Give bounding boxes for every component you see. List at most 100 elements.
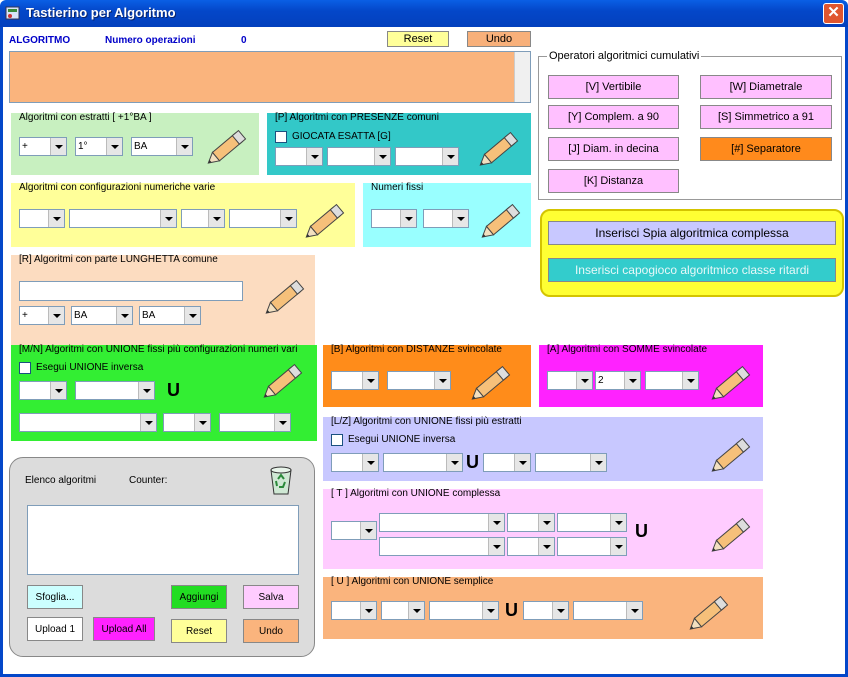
pencil-icon[interactable] <box>475 197 527 247</box>
num-operazioni-value: 0 <box>241 35 247 46</box>
recycle-bin-icon[interactable] <box>265 464 297 496</box>
mn-unione-inversa-label: Esegui UNIONE inversa <box>36 362 144 373</box>
pencil-icon[interactable] <box>683 589 735 639</box>
pencil-icon[interactable] <box>259 273 311 323</box>
pencil-icon[interactable] <box>465 359 517 409</box>
mn-combo-2[interactable] <box>75 381 155 400</box>
estratti-sign-combo[interactable]: + <box>19 137 67 156</box>
chevron-down-icon <box>50 382 66 399</box>
estratti-ruota-combo[interactable]: BA <box>131 137 193 156</box>
chevron-down-icon <box>446 454 462 471</box>
semplice-combo-1[interactable] <box>331 601 377 620</box>
chevron-down-icon <box>362 372 378 389</box>
somme-combo-2-value: 2 <box>598 375 604 386</box>
sfoglia-button[interactable]: Sfoglia... <box>27 585 83 609</box>
complessa-combo-2[interactable] <box>379 513 505 532</box>
lunghetta-input[interactable] <box>19 281 243 301</box>
presenze-combo-1[interactable] <box>275 147 323 166</box>
pencil-icon[interactable] <box>705 359 757 409</box>
semplice-combo-2[interactable] <box>381 601 425 620</box>
complessa-combo-4[interactable] <box>557 513 627 532</box>
chevron-down-icon <box>50 138 66 155</box>
algoritmo-textarea[interactable] <box>9 51 531 103</box>
somme-combo-1[interactable] <box>547 371 593 390</box>
chevron-down-icon <box>610 538 626 555</box>
estratti-sign-value: + <box>22 141 28 152</box>
lz-combo-3[interactable] <box>483 453 531 472</box>
pencil-icon[interactable] <box>705 431 757 481</box>
pencil-icon[interactable] <box>705 511 757 561</box>
lz-unione-inversa-checkbox[interactable] <box>331 434 343 446</box>
lunghetta-sign-combo[interactable]: + <box>19 306 65 325</box>
elenco-undo-button[interactable]: Undo <box>243 619 299 643</box>
complessa-combo-3[interactable] <box>507 513 555 532</box>
pencil-icon[interactable] <box>299 197 351 247</box>
distanze-combo-2[interactable] <box>387 371 451 390</box>
config-combo-4[interactable] <box>229 209 297 228</box>
lz-combo-1[interactable] <box>331 453 379 472</box>
elenco-reset-button[interactable]: Reset <box>171 619 227 643</box>
semplice-combo-4[interactable] <box>523 601 569 620</box>
mn-combo-4[interactable] <box>163 413 211 432</box>
semplice-combo-3[interactable] <box>429 601 499 620</box>
complessa-combo-6[interactable] <box>507 537 555 556</box>
salva-button[interactable]: Salva <box>243 585 299 609</box>
presenze-combo-2[interactable] <box>327 147 391 166</box>
complessa-combo-1[interactable] <box>331 521 377 540</box>
config-combo-2[interactable] <box>69 209 177 228</box>
giocata-esatta-checkbox[interactable] <box>275 131 287 143</box>
chevron-down-icon <box>360 522 376 539</box>
chevron-down-icon <box>434 372 450 389</box>
chevron-down-icon <box>160 210 176 227</box>
chevron-down-icon <box>552 602 568 619</box>
op-distanza-button[interactable]: [K] Distanza <box>548 169 679 193</box>
lunghetta-ruota2-value: BA <box>142 310 156 321</box>
complessa-combo-7[interactable] <box>557 537 627 556</box>
insert-spia-button[interactable]: Inserisci Spia algoritmica complessa <box>548 221 836 245</box>
aggiungi-button[interactable]: Aggiungi <box>171 585 227 609</box>
op-separatore-button[interactable]: [#] Separatore <box>700 137 832 161</box>
mn-combo-3[interactable] <box>19 413 157 432</box>
semplice-combo-5[interactable] <box>573 601 643 620</box>
upload1-button[interactable]: Upload 1 <box>27 617 83 641</box>
pencil-icon[interactable] <box>473 125 525 175</box>
lunghetta-caption: [R] Algoritmi con parte LUNGHETTA comune <box>19 254 218 265</box>
somme-combo-3[interactable] <box>645 371 699 390</box>
close-button[interactable]: ✕ <box>823 3 844 24</box>
config-combo-3[interactable] <box>181 209 225 228</box>
chevron-down-icon <box>306 148 322 165</box>
pencil-icon[interactable] <box>257 357 309 407</box>
somme-combo-2[interactable]: 2 <box>595 371 641 390</box>
header-reset-button[interactable]: Reset <box>387 31 449 47</box>
op-diam-decina-button[interactable]: [J] Diam. in decina <box>548 137 679 161</box>
lz-combo-2[interactable] <box>383 453 463 472</box>
mn-unione-inversa-checkbox[interactable] <box>19 362 31 374</box>
complessa-combo-5[interactable] <box>379 537 505 556</box>
mn-combo-5[interactable] <box>219 413 291 432</box>
header-undo-button[interactable]: Undo <box>467 31 531 47</box>
pencil-icon[interactable] <box>201 123 253 173</box>
uploadall-button[interactable]: Upload All <box>93 617 155 641</box>
elenco-list[interactable] <box>27 505 299 575</box>
fissi-combo-2[interactable] <box>423 209 469 228</box>
lunghetta-ruota2-combo[interactable]: BA <box>139 306 201 325</box>
lunghetta-ruota1-combo[interactable]: BA <box>71 306 133 325</box>
estratti-pos-combo[interactable]: 1° <box>75 137 123 156</box>
fissi-combo-1[interactable] <box>371 209 417 228</box>
distanze-combo-1[interactable] <box>331 371 379 390</box>
operatori-caption: Operatori algoritmici cumulativi <box>547 50 702 62</box>
mn-combo-1[interactable] <box>19 381 67 400</box>
giocata-esatta-label: GIOCATA ESATTA [G] <box>292 131 391 142</box>
config-combo-1[interactable] <box>19 209 65 228</box>
op-vertibile-button[interactable]: [V] Vertibile <box>548 75 679 99</box>
presenze-combo-3[interactable] <box>395 147 459 166</box>
lz-combo-4[interactable] <box>535 453 607 472</box>
chevron-down-icon <box>194 414 210 431</box>
textarea-scrollbar[interactable] <box>514 52 530 102</box>
estratti-ruota-value: BA <box>134 141 148 152</box>
chevron-down-icon <box>374 148 390 165</box>
insert-capogioco-button[interactable]: Inserisci capogioco algoritmico classe r… <box>548 258 836 282</box>
op-diametrale-button[interactable]: [W] Diametrale <box>700 75 832 99</box>
op-simmetrico-button[interactable]: [S] Simmetrico a 91 <box>700 105 832 129</box>
op-complem-button[interactable]: [Y] Complem. a 90 <box>548 105 679 129</box>
